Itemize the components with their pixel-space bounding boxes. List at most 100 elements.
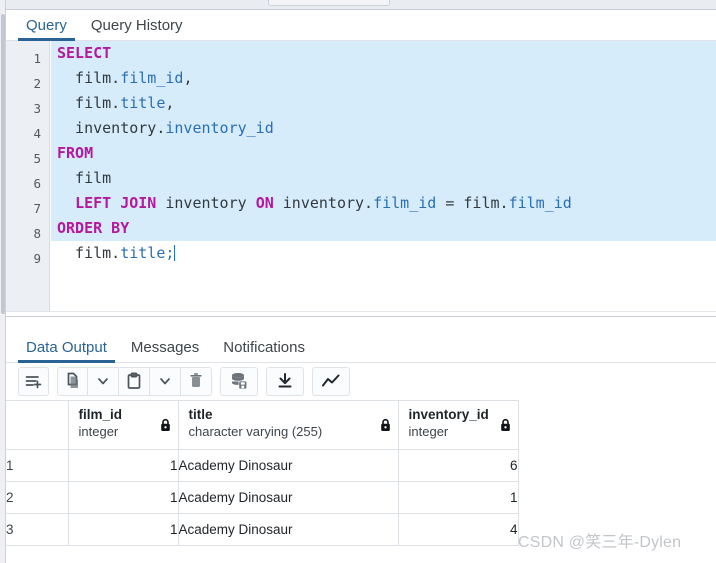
toolbar-group-save [220,366,258,396]
chevron-down-icon [158,374,172,388]
download-icon [276,372,294,390]
paste-options-button[interactable] [150,366,181,396]
column-header-rownum[interactable] [6,400,69,450]
table-row[interactable]: 1 1 Academy Dinosaur 6 [6,449,519,482]
cell-title[interactable]: Academy Dinosaur [178,449,399,482]
column-name: title [188,407,213,422]
results-table-body: 1 1 Academy Dinosaur 6 2 1 Academy Dinos… [6,449,519,546]
add-row-button[interactable] [18,366,49,396]
code-token: ON [255,194,274,212]
code-line: film [51,166,716,191]
cell-film-id[interactable]: 1 [68,449,179,482]
lock-icon [500,418,511,437]
results-grid[interactable]: film_id integer title character varying … [6,400,716,563]
row-number: 1 [6,449,69,482]
code-token: film. [57,244,121,262]
cell-film-id[interactable]: 1 [68,481,179,514]
column-type: integer [78,424,119,439]
tab-query-history-label: Query History [90,17,183,34]
cell-inventory-id[interactable]: 1 [398,481,519,514]
code-token: inventory. [273,194,374,212]
add-row-icon [25,373,43,389]
header-row: film_id integer title character varying … [6,400,519,450]
code-token: film [57,169,112,187]
line-number: 3 [33,101,41,116]
row-number: 3 [6,513,69,546]
line-number: 5 [33,151,41,166]
tab-data-output-label: Data Output [26,339,107,356]
code-token: inventory. [57,119,166,137]
toolbar-group-clipboard [57,366,212,396]
query-tabbar: Query Query History [6,11,716,41]
row-number: 2 [6,481,69,514]
code-token: , [183,69,193,87]
tab-query-label: Query [26,17,67,34]
code-token: LEFT JOIN [75,194,157,212]
scrollbar-thumb[interactable] [1,14,5,314]
lock-icon [160,418,171,437]
code-line: LEFT JOIN inventory ON inventory.film_id… [51,191,716,216]
panel-splitter[interactable] [6,311,716,317]
code-token: film_id [508,194,572,212]
tab-query-history[interactable]: Query History [79,15,195,40]
partial-toolbar-control[interactable] [268,0,390,6]
cell-inventory-id[interactable]: 6 [398,449,519,482]
code-line: SELECT [51,41,716,66]
code-token: film_id [120,69,184,87]
line-number: 6 [33,176,41,191]
table-row[interactable]: 3 1 Academy Dinosaur 4 [6,513,519,546]
sql-code-content[interactable]: SELECT film.film_id, film.title, invento… [51,41,716,311]
column-header-film-id[interactable]: film_id integer [68,400,179,450]
delete-row-button[interactable] [181,366,212,396]
lock-icon [380,418,391,437]
results-table-header: film_id integer title character varying … [6,400,519,450]
cell-inventory-id[interactable]: 4 [398,513,519,546]
code-token: film. [57,69,121,87]
paste-button[interactable] [119,366,150,396]
download-csv-button[interactable] [266,366,304,396]
code-line: film.title; [51,241,716,266]
copy-button[interactable] [57,366,88,396]
data-output-toolbar [6,364,716,398]
column-header-inventory-id[interactable]: inventory_id integer [398,400,519,450]
top-cropped-toolbar-strip [0,0,716,10]
copy-options-button[interactable] [88,366,119,396]
code-line: inventory.inventory_id [51,116,716,141]
cell-film-id[interactable]: 1 [68,513,179,546]
code-token: ORDER BY [57,219,130,237]
code-token: title [120,94,166,112]
line-number: 4 [33,126,41,141]
tab-messages[interactable]: Messages [119,337,211,362]
code-line: film.film_id, [51,66,716,91]
code-line: FROM [51,141,716,166]
sql-editor[interactable]: 1 2 3 4 5 6 7 8 9 SELECT film.film_id, f… [6,41,716,311]
toolbar-group-graph [312,366,350,396]
output-panel: Data Output Messages Notifications film_… [6,320,716,563]
column-type: integer [408,424,449,439]
output-tabbar: Data Output Messages Notifications [6,332,716,363]
code-token: title [120,244,166,262]
table-row[interactable]: 2 1 Academy Dinosaur 1 [6,481,519,514]
save-data-changes-icon [229,372,249,390]
column-header-title[interactable]: title character varying (255) [178,400,399,450]
toolbar-group-add [18,366,49,396]
code-line: ORDER BY [51,216,716,241]
tab-query[interactable]: Query [14,15,79,41]
cell-title[interactable]: Academy Dinosaur [178,481,399,514]
copy-icon [64,372,82,390]
toolbar-group-download [266,366,304,396]
code-token: , [165,94,175,112]
code-token: film_id [373,194,437,212]
column-type: character varying (255) [188,424,323,439]
save-data-changes-button[interactable] [220,366,258,396]
code-token: inventory_id [165,119,274,137]
paste-icon [125,372,143,390]
code-token: SELECT [57,44,112,62]
line-number: 7 [33,201,41,216]
tab-notifications[interactable]: Notifications [211,337,317,362]
tab-data-output[interactable]: Data Output [14,337,119,363]
cell-title[interactable]: Academy Dinosaur [178,513,399,546]
graph-visualiser-button[interactable] [312,366,350,396]
tab-messages-label: Messages [130,339,200,356]
tab-notifications-label: Notifications [223,339,305,356]
